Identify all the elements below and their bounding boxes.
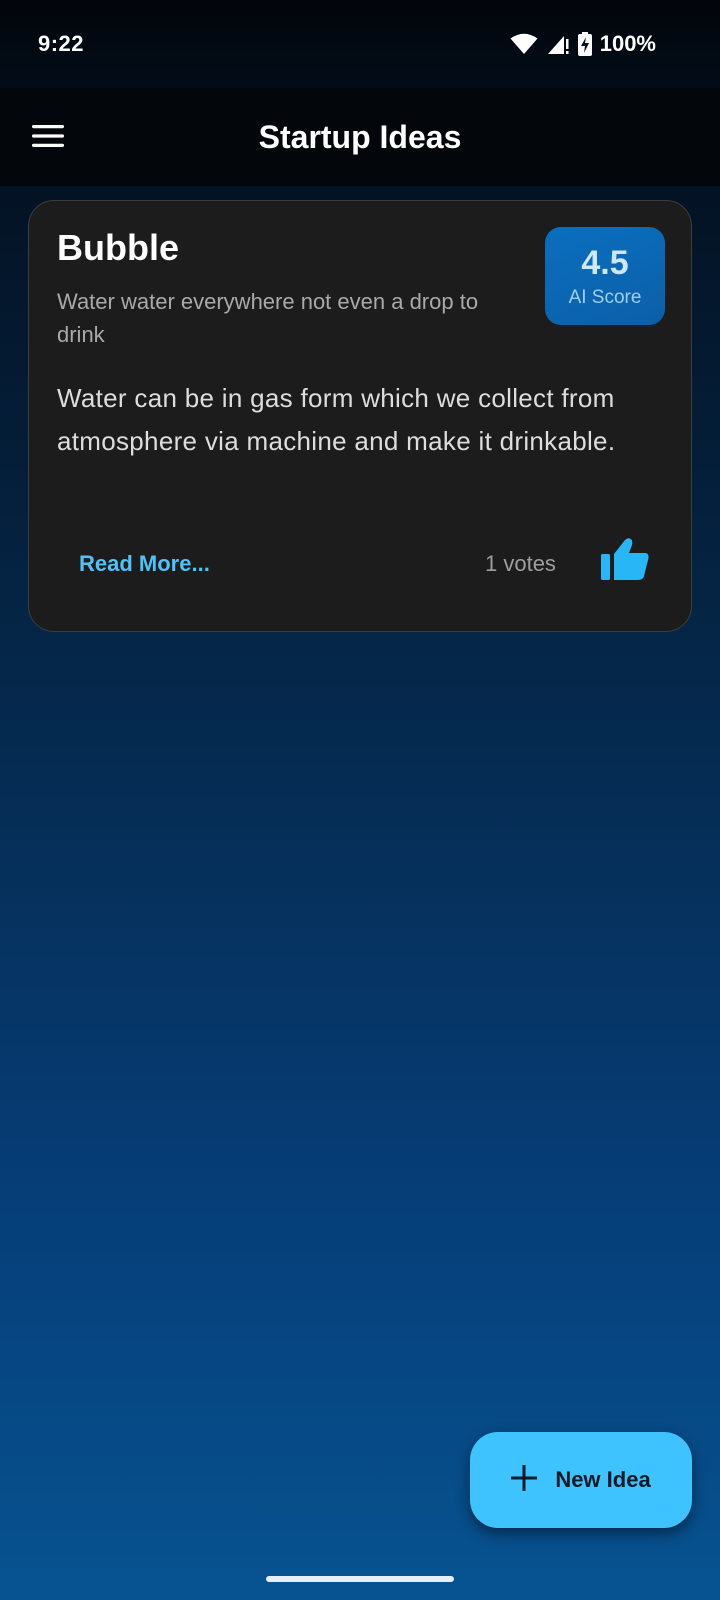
- ai-score-value: 4.5: [581, 244, 629, 282]
- wifi-icon: [510, 33, 538, 55]
- idea-tagline: Water water everywhere not even a drop t…: [57, 289, 479, 347]
- page-title: Startup Ideas: [258, 118, 462, 155]
- status-bar: 9:22 100%: [0, 0, 720, 88]
- hamburger-menu-icon: [32, 124, 64, 152]
- plus-icon: [511, 1464, 538, 1496]
- status-icons: 100%: [510, 31, 656, 57]
- idea-name: Bubble: [57, 227, 179, 268]
- menu-button[interactable]: [22, 112, 74, 164]
- app-bar: Startup Ideas: [0, 88, 720, 186]
- battery-charging-icon: [577, 32, 592, 56]
- status-time: 9:22: [38, 31, 85, 56]
- idea-description: Water can be in gas form which we collec…: [57, 383, 616, 456]
- new-idea-label: New Idea: [555, 1467, 651, 1492]
- read-more-link[interactable]: Read More...: [79, 551, 210, 577]
- gesture-nav-handle[interactable]: [266, 1576, 454, 1582]
- like-button[interactable]: [595, 531, 655, 591]
- ai-score-badge: 4.5 AI Score: [545, 227, 665, 325]
- new-idea-button[interactable]: New Idea: [470, 1432, 692, 1528]
- thumbs-up-icon: [601, 537, 649, 586]
- ai-score-label: AI Score: [568, 287, 642, 308]
- idea-card[interactable]: Bubble Water water everywhere not even a…: [28, 200, 692, 632]
- votes-count: 1 votes: [485, 551, 556, 576]
- battery-percentage: 100%: [599, 31, 656, 56]
- cellular-signal-icon: [546, 33, 570, 55]
